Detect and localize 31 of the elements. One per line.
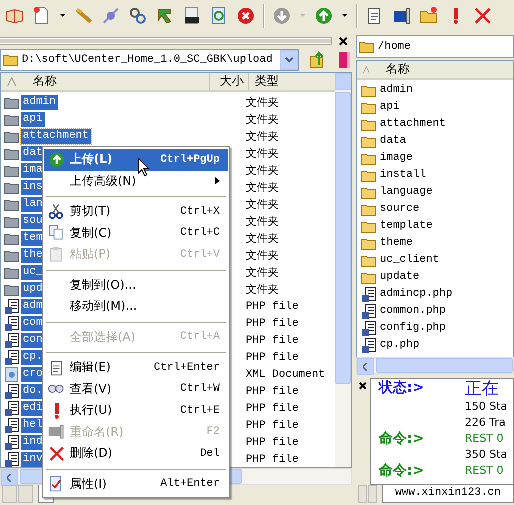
file-type: 文件夹 (245, 266, 279, 280)
file-type: XML Document (245, 368, 326, 380)
file-type: PHP file (245, 420, 299, 432)
file-type: 文件夹 (245, 248, 279, 263)
log-text: REST 0 (465, 431, 505, 448)
file-type: 文件夹 (245, 130, 279, 144)
log-label: 命令:> (379, 431, 424, 448)
file-type: 文件夹 (245, 180, 279, 195)
log-text: 150 Sta (465, 399, 509, 416)
log-text: 226 Tra (465, 415, 507, 432)
file-type: PHP file (245, 352, 299, 364)
file-type: 文件夹 (245, 198, 279, 212)
log-text: 350 Sta (465, 447, 509, 464)
log-label: 命令:> (379, 463, 424, 480)
file-type: PHP file (245, 318, 299, 330)
file-type: 文件夹 (245, 112, 279, 127)
log-label: 状态:> (379, 380, 424, 396)
file-type: PHP file (245, 300, 299, 312)
log-text: REST 0 (465, 463, 505, 480)
file-type: PHP file (245, 386, 299, 398)
file-type: 文件夹 (245, 146, 279, 161)
file-type: PHP file (245, 436, 299, 448)
file-type: PHP file (245, 402, 299, 414)
file-type: 文件夹 (245, 96, 279, 110)
file-type: 文件夹 (245, 232, 279, 246)
file-type: 文件夹 (245, 214, 279, 229)
file-type: PHP file (245, 454, 299, 466)
file-type: 文件夹 (245, 164, 279, 178)
file-type: PHP file (245, 334, 299, 346)
log-text: 正在 (465, 380, 500, 400)
file-type: 文件夹 (245, 282, 279, 297)
